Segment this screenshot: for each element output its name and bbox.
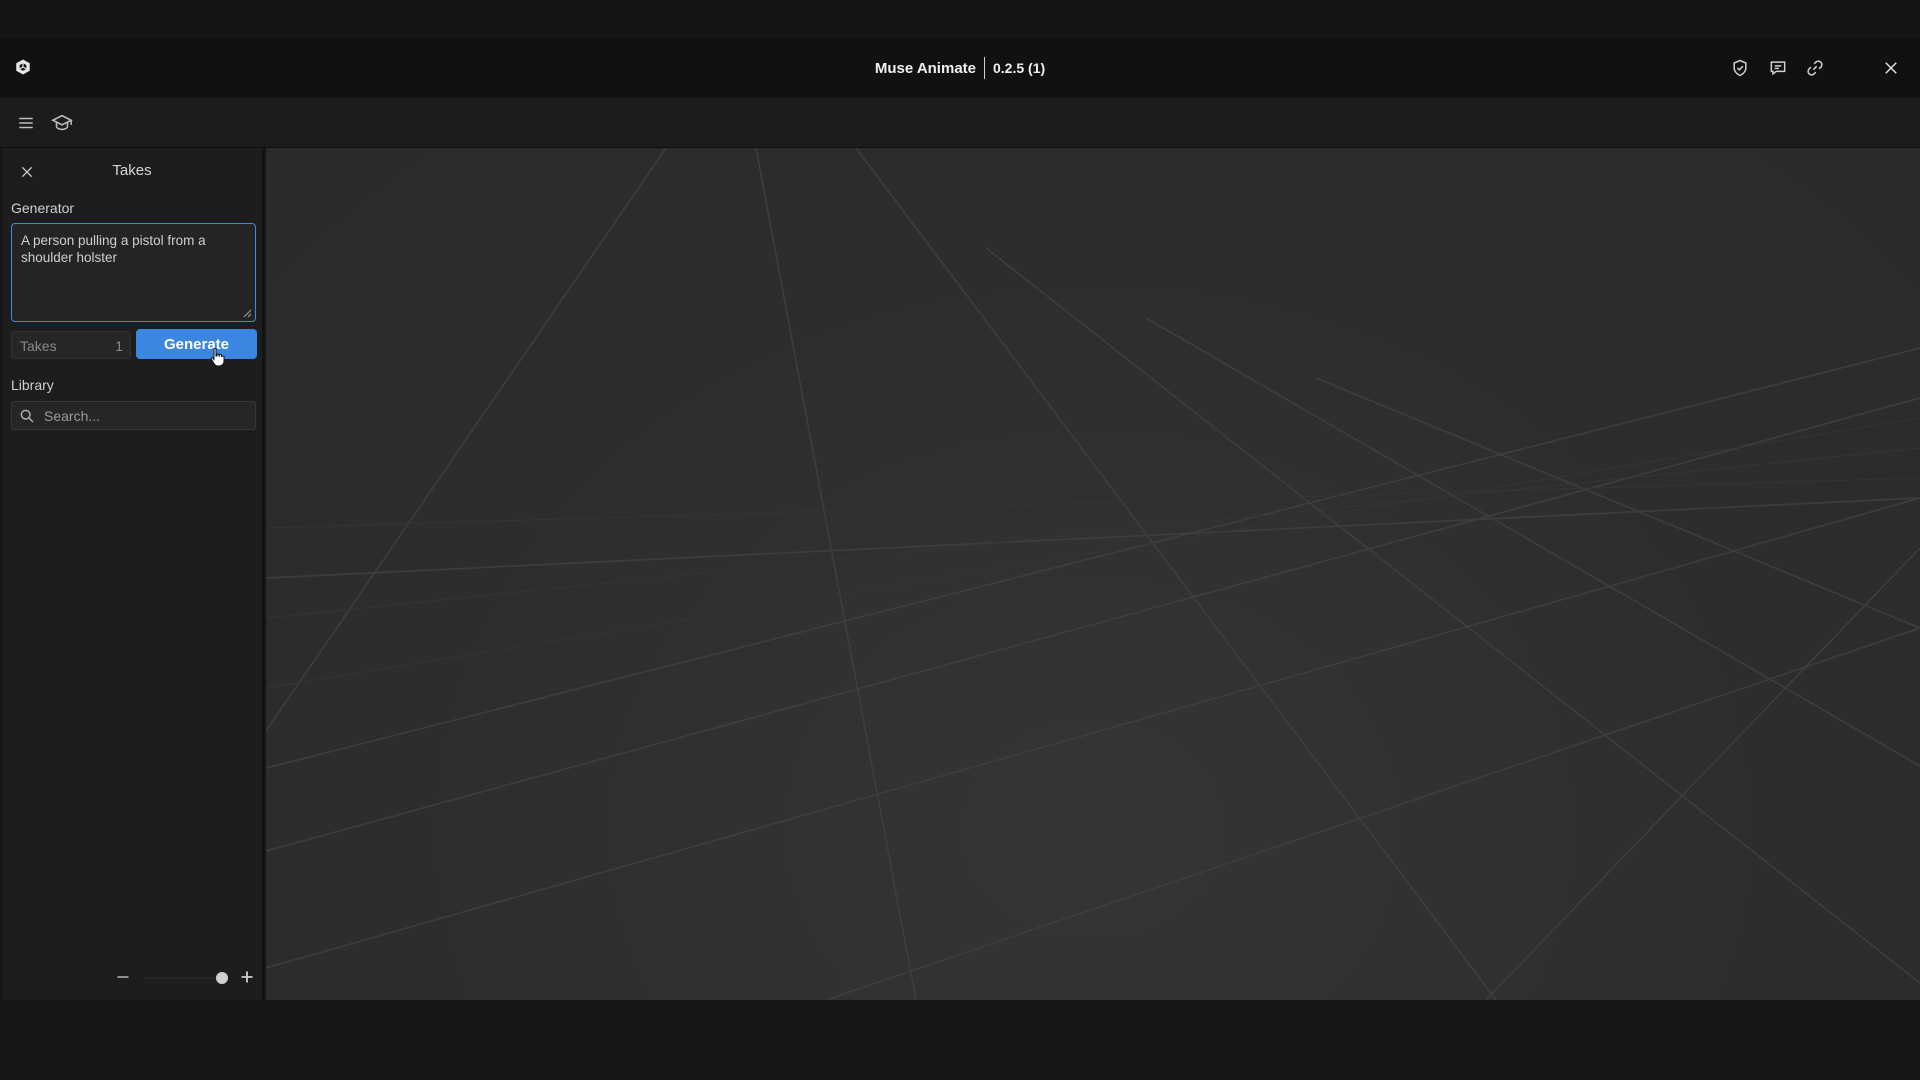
app-version: 0.2.5 (1): [993, 60, 1046, 76]
zoom-track[interactable]: [144, 977, 226, 979]
toolbar: [0, 98, 1920, 148]
app-name: Muse Animate: [874, 59, 976, 77]
zoom-out-icon[interactable]: [112, 966, 134, 988]
mouse-pointer-icon: [210, 347, 225, 367]
search-icon: [20, 409, 34, 423]
zoom-in-icon[interactable]: [236, 966, 258, 988]
panel-header: Takes: [2, 148, 262, 194]
takes-count-field[interactable]: Takes 1: [11, 331, 131, 359]
library-label: Library: [11, 377, 54, 393]
takes-panel: Takes Generator A person pulling a pisto…: [2, 148, 264, 1000]
generate-button[interactable]: Generate: [136, 329, 257, 359]
resize-grip-icon[interactable]: [242, 308, 252, 318]
takes-field-value: 1: [115, 338, 123, 354]
close-window-icon[interactable]: [1880, 57, 1902, 79]
title-bar: Muse Animate 0.2.5 (1): [0, 38, 1920, 98]
zoom-handle[interactable]: [215, 972, 228, 984]
panel-title: Takes: [112, 162, 152, 179]
link-icon[interactable]: [1804, 57, 1826, 79]
search-input[interactable]: [42, 405, 247, 427]
generator-label: Generator: [11, 200, 75, 216]
chat-icon[interactable]: [1767, 57, 1789, 79]
prompt-input[interactable]: A person pulling a pistol from a shoulde…: [11, 223, 256, 322]
library-search[interactable]: [11, 401, 256, 430]
window-title: Muse Animate 0.2.5 (1): [0, 38, 1920, 98]
graduation-cap-icon[interactable]: [50, 111, 74, 135]
bottom-bar: [0, 1000, 1920, 1080]
title-separator: [984, 57, 985, 79]
3d-viewport[interactable]: [266, 148, 1920, 1000]
takes-field-label: Takes: [20, 338, 57, 354]
hamburger-menu-icon[interactable]: [14, 111, 38, 135]
shield-check-icon[interactable]: [1729, 57, 1751, 79]
ground-grid: [266, 148, 1920, 1000]
zoom-slider[interactable]: [112, 966, 262, 990]
